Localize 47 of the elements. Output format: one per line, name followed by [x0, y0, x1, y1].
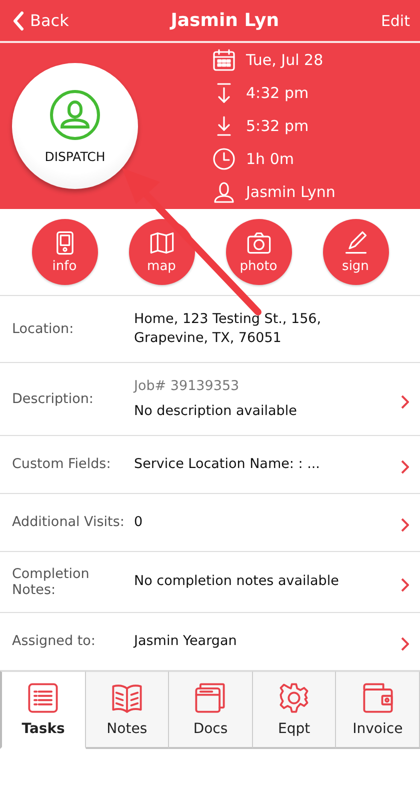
- calendar-icon: [212, 48, 236, 72]
- tab[interactable]: Tasks: [0, 670, 86, 749]
- field-value: 0: [134, 512, 144, 532]
- map-icon: [148, 230, 174, 256]
- field-value: No description available: [134, 402, 298, 421]
- tab[interactable]: Eqpt: [252, 670, 336, 749]
- documents-icon: [193, 681, 228, 716]
- action-button[interactable]: info: [32, 219, 98, 285]
- field-label: Additional Visits:: [12, 514, 126, 530]
- chevron-right-icon[interactable]: [401, 394, 409, 409]
- schedule-text: 5:32 pm: [246, 117, 309, 135]
- edit-button[interactable]: Edit: [380, 12, 410, 30]
- action-button[interactable]: sign: [322, 219, 388, 285]
- field-label: Location:: [12, 320, 75, 337]
- action-button[interactable]: photo: [226, 219, 292, 285]
- pencil-icon: [342, 230, 368, 256]
- dispatch-button[interactable]: DISPATCH: [12, 63, 138, 189]
- schedule-text: Tue, Jul 28: [246, 51, 324, 69]
- tab[interactable]: Docs: [169, 670, 253, 749]
- chevron-right-icon[interactable]: [401, 460, 409, 474]
- chevron-right-icon[interactable]: [401, 518, 409, 532]
- field-label: Completion Notes:: [12, 566, 90, 598]
- schedule-text: Jasmin Lynn: [246, 183, 336, 201]
- field-label: Custom Fields:: [12, 456, 112, 472]
- chevron-left-icon: [12, 10, 24, 30]
- back-button[interactable]: Back: [12, 10, 69, 30]
- person-icon: [49, 88, 101, 140]
- job-number: Job# 39139353: [134, 376, 240, 396]
- field-label: Assigned to:: [12, 633, 96, 650]
- schedule-text: 1h 0m: [246, 150, 294, 168]
- schedule-text: 4:32 pm: [246, 84, 309, 102]
- action-button[interactable]: map: [128, 219, 194, 285]
- field-label: Description:: [12, 390, 94, 407]
- person-icon: [212, 180, 236, 204]
- field-value: Home, 123 Testing St., 156, Grapevine, TX, 76051: [134, 310, 322, 348]
- field-value: Jasmin Yeargan: [134, 632, 238, 650]
- chevron-right-icon[interactable]: [401, 637, 409, 652]
- field-value: No completion notes available: [134, 572, 340, 591]
- tab[interactable]: Invoice: [336, 670, 420, 749]
- wallet-icon: [360, 681, 395, 716]
- field-value: Service Location Name: : ...: [134, 454, 321, 474]
- camera-icon: [246, 230, 272, 256]
- tab[interactable]: Notes: [86, 670, 170, 749]
- list-icon: [26, 681, 60, 716]
- page-title: Jasmin Lyn: [170, 10, 280, 31]
- clock-icon: [212, 147, 236, 171]
- chevron-right-icon[interactable]: [401, 578, 409, 592]
